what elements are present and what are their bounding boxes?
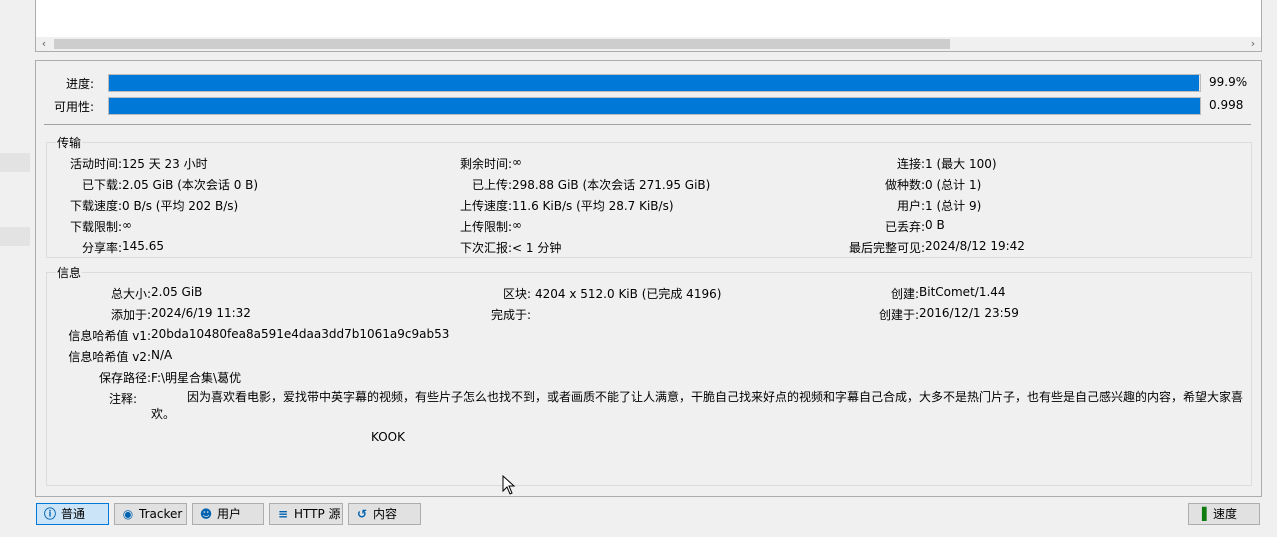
dl-speed-value: 0 B/s (平均 202 B/s) <box>122 199 239 213</box>
database-icon: ≡ <box>277 507 289 521</box>
wasted-value: 0 B <box>925 218 945 232</box>
downloaded-value: 2.05 GiB (本次会话 0 B) <box>122 178 259 192</box>
availability-label: 可用性: <box>53 100 94 114</box>
tab-speed-label: 速度 <box>1213 507 1238 521</box>
seeds-value: 0 (总计 1) <box>925 178 982 192</box>
ul-limit-label: 上传限制: <box>459 220 512 234</box>
eta-value: ∞ <box>512 155 522 169</box>
sidebar-marker <box>0 153 30 172</box>
progress-bar-fill <box>109 75 1199 91</box>
bar-chart-icon: ▐ <box>1197 507 1207 521</box>
hash-v2-value: N/A <box>151 348 173 362</box>
tab-trackers-label: Tracker <box>139 507 183 521</box>
scroll-left-icon[interactable]: ‹ <box>36 37 52 51</box>
dl-speed-label: 下载速度: <box>69 199 122 213</box>
save-path-value[interactable]: F:\明星合集\葛优 <box>151 369 241 386</box>
tab-trackers[interactable]: ◉ Tracker <box>114 503 187 525</box>
ul-speed-label: 上传速度: <box>459 199 512 213</box>
eta-label: 剩余时间: <box>459 157 512 171</box>
progress-label: 进度: <box>65 77 94 91</box>
peers-label: 用户: <box>896 199 925 213</box>
dl-limit-value: ∞ <box>122 218 132 232</box>
comment-line: KOOK <box>371 430 405 444</box>
ul-limit-value: ∞ <box>512 218 522 232</box>
seeds-label: 做种数: <box>884 178 925 192</box>
comment-line: 因为喜欢看电影，爱找带中英字幕的视频，有些片子怎么也找不到，或者画质不能了让人满… <box>187 390 1244 404</box>
tab-peers-label: 用户 <box>217 507 242 521</box>
availability-row: 可用性: 0.998 <box>36 97 1261 115</box>
comment-label: 注释: <box>108 392 137 406</box>
location-pin-icon: ◉ <box>122 507 134 521</box>
created-on-label: 创建于: <box>878 308 919 322</box>
connections-value: 1 (最大 100) <box>925 157 997 171</box>
info-title: 信息 <box>56 264 83 281</box>
reannounce-label: 下次汇报: <box>459 241 512 255</box>
status-strip <box>0 529 1277 537</box>
scrollbar-thumb[interactable] <box>54 39 950 49</box>
horizontal-scrollbar[interactable]: ‹ › <box>35 37 1262 52</box>
tab-http-sources-label: HTTP 源 <box>294 507 341 521</box>
mouse-cursor-icon <box>502 475 516 495</box>
downloaded-label: 已下载: <box>81 178 122 192</box>
created-by-label: 创建: <box>890 287 919 301</box>
added-on-label: 添加于: <box>110 308 151 322</box>
folder-link-icon: ↺ <box>356 507 368 521</box>
hash-v1-value[interactable]: 20bda10480fea8a591e4daa3dd7b1061a9c9ab53 <box>151 327 449 341</box>
availability-value: 0.998 <box>1209 98 1244 112</box>
share-ratio-value: 145.65 <box>122 239 164 253</box>
connections-label: 连接: <box>896 157 925 171</box>
left-sidebar-edge <box>0 0 34 537</box>
availability-bar <box>108 97 1201 115</box>
reannounce-value: < 1 分钟 <box>512 241 562 255</box>
share-ratio-label: 分享率: <box>81 241 122 255</box>
completed-on-label: 完成于: <box>490 308 531 322</box>
progress-value: 99.9% <box>1209 75 1248 89</box>
active-time-label: 活动时间: <box>69 157 122 171</box>
created-on-value: 2016/12/1 23:59 <box>919 306 1019 320</box>
total-size-label: 总大小: <box>110 287 151 301</box>
torrent-list[interactable] <box>35 0 1262 37</box>
total-size-value: 2.05 GiB <box>151 285 203 299</box>
transfer-group: 传输 活动时间: 125 天 23 小时 已下载: 2.05 GiB (本次会话… <box>46 134 1252 258</box>
right-edge <box>1262 0 1277 537</box>
peers-value: 1 (总计 9) <box>925 199 982 213</box>
comment-line: 欢。 <box>151 407 176 421</box>
pieces-label: 区块: <box>502 287 531 301</box>
comment-text[interactable]: 因为喜欢看电影，爱找带中英字幕的视频，有些片子怎么也找不到，或者画质不能了让人满… <box>151 389 1251 446</box>
properties-panel: 进度: 99.9% 可用性: 0.998 传输 活动时间: 125 天 23 小… <box>35 60 1262 497</box>
properties-tabbar: ⓘ 普通 ◉ Tracker ☻ 用户 ≡ HTTP 源 ↺ 内容 ▐ 速度 <box>35 503 1262 525</box>
tab-general-label: 普通 <box>61 507 86 521</box>
info-group: 信息 总大小: 2.05 GiB 添加于: 2024/6/19 11:32 信息… <box>46 264 1252 486</box>
active-time-value: 125 天 23 小时 <box>122 157 208 171</box>
wasted-label: 已丢弃: <box>884 220 925 234</box>
last-complete-label: 最后完整可见: <box>848 241 925 255</box>
tab-content-label: 内容 <box>373 507 398 521</box>
tab-speed[interactable]: ▐ 速度 <box>1188 503 1260 525</box>
pieces-value: 4204 x 512.0 KiB (已完成 4196) <box>535 287 722 301</box>
last-complete-value: 2024/8/12 19:42 <box>925 239 1025 253</box>
hash-v1-label: 信息哈希值 v1: <box>68 329 151 343</box>
progress-row: 进度: 99.9% <box>36 74 1261 92</box>
tab-http-sources[interactable]: ≡ HTTP 源 <box>269 503 343 525</box>
tab-general[interactable]: ⓘ 普通 <box>36 503 109 525</box>
hash-v2-label: 信息哈希值 v2: <box>68 350 151 364</box>
info-icon: ⓘ <box>43 507 56 521</box>
ul-speed-value: 11.6 KiB/s (平均 28.7 KiB/s) <box>512 199 674 213</box>
uploaded-label: 已上传: <box>471 178 512 192</box>
added-on-value: 2024/6/19 11:32 <box>151 306 251 320</box>
tab-content[interactable]: ↺ 内容 <box>348 503 421 525</box>
users-icon: ☻ <box>199 507 213 521</box>
save-path-label: 保存路径: <box>98 371 151 385</box>
scroll-right-icon[interactable]: › <box>1245 37 1261 51</box>
created-by-value: BitComet/1.44 <box>919 285 1006 299</box>
dl-limit-label: 下载限制: <box>69 220 122 234</box>
sidebar-marker <box>0 227 30 246</box>
progress-bar <box>108 74 1201 92</box>
transfer-title: 传输 <box>56 134 83 151</box>
uploaded-value: 298.88 GiB (本次会话 271.95 GiB) <box>512 178 711 192</box>
tab-peers[interactable]: ☻ 用户 <box>192 503 264 525</box>
availability-bar-fill <box>109 98 1200 114</box>
divider <box>44 124 1251 125</box>
